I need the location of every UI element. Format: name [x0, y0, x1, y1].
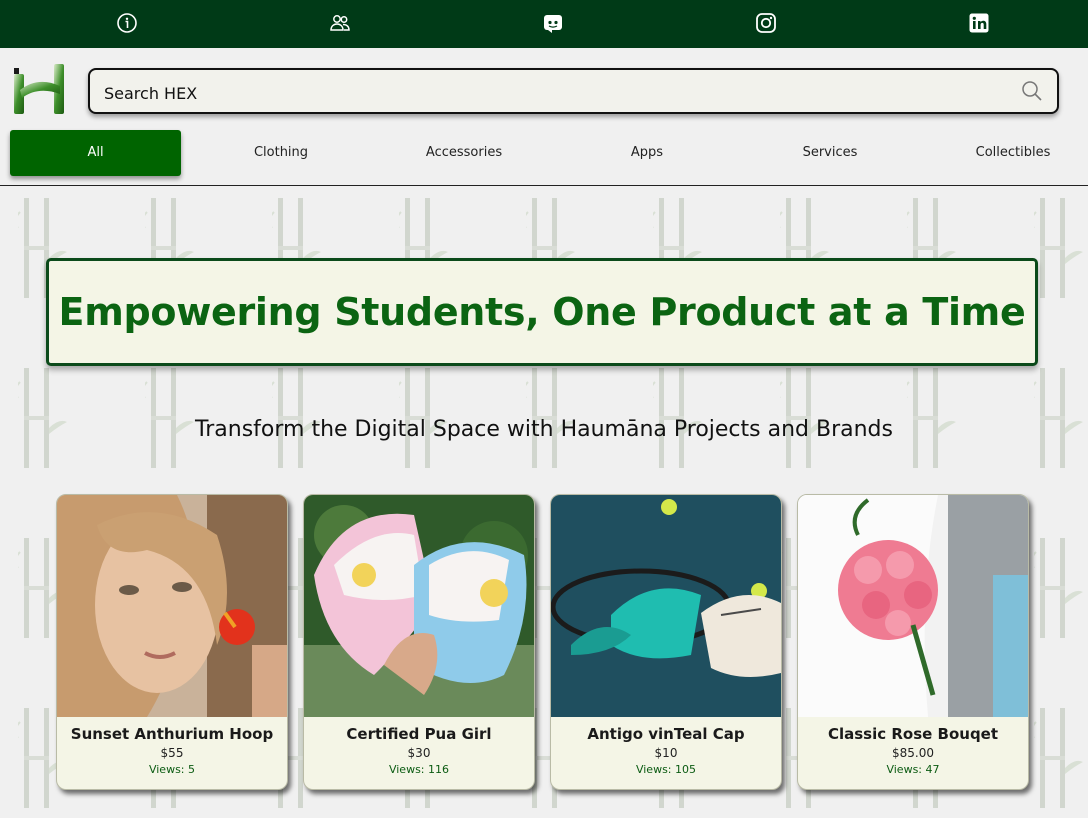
product-card[interactable]: Classic Rose Bouqet $85.00 Views: 47	[797, 494, 1029, 790]
discord-icon[interactable]	[542, 11, 564, 35]
category-apps[interactable]: Apps	[566, 130, 728, 176]
category-clothing[interactable]: Clothing	[200, 130, 362, 176]
product-price: $55	[160, 746, 184, 760]
category-accessories[interactable]: Accessories	[383, 130, 545, 176]
product-name: Sunset Anthurium Hoop	[70, 725, 274, 743]
instagram-icon[interactable]	[755, 11, 777, 35]
social-bar	[0, 0, 1088, 48]
product-views: Views: 5	[148, 763, 196, 776]
product-image-cap	[551, 495, 781, 717]
product-image-bouquet	[798, 495, 1028, 717]
product-price: $30	[407, 746, 431, 760]
bamboo-motif	[1034, 708, 1083, 808]
product-price: $85.00	[892, 746, 934, 760]
hero-title: Empowering Students, One Product at a Ti…	[58, 290, 1026, 334]
product-name: Antigo vinTeal Cap	[587, 725, 745, 743]
people-icon[interactable]	[329, 11, 351, 35]
bamboo-motif	[1034, 198, 1083, 298]
product-price: $10	[654, 746, 678, 760]
search-bar	[88, 68, 1059, 114]
product-card[interactable]: Sunset Anthurium Hoop $55 Views: 5	[56, 494, 288, 790]
page-subtitle: Transform the Digital Space with Haumāna…	[195, 417, 893, 442]
product-views: Views: 116	[388, 763, 450, 776]
product-views: Views: 47	[886, 763, 940, 776]
info-icon[interactable]	[116, 11, 138, 35]
category-nav: All Clothing Accessories Apps Services C…	[0, 130, 1088, 186]
product-name: Classic Rose Bouqet	[827, 725, 999, 743]
category-all[interactable]: All	[10, 130, 181, 176]
product-card[interactable]: Antigo vinTeal Cap $10 Views: 105	[550, 494, 782, 790]
product-views: Views: 105	[635, 763, 697, 776]
product-name: Certified Pua Girl	[346, 725, 492, 743]
product-image-caps	[304, 495, 534, 717]
category-services[interactable]: Services	[749, 130, 911, 176]
hero-banner: Empowering Students, One Product at a Ti…	[46, 258, 1038, 366]
search-input[interactable]	[102, 78, 1006, 108]
product-image-earring	[57, 495, 287, 717]
bamboo-motif	[1034, 538, 1083, 638]
linkedin-icon[interactable]	[968, 11, 990, 35]
category-collectibles[interactable]: Collectibles	[932, 130, 1088, 176]
hex-logo[interactable]	[10, 60, 70, 118]
product-card[interactable]: Certified Pua Girl $30 Views: 116	[303, 494, 535, 790]
search-icon[interactable]	[1021, 80, 1043, 106]
